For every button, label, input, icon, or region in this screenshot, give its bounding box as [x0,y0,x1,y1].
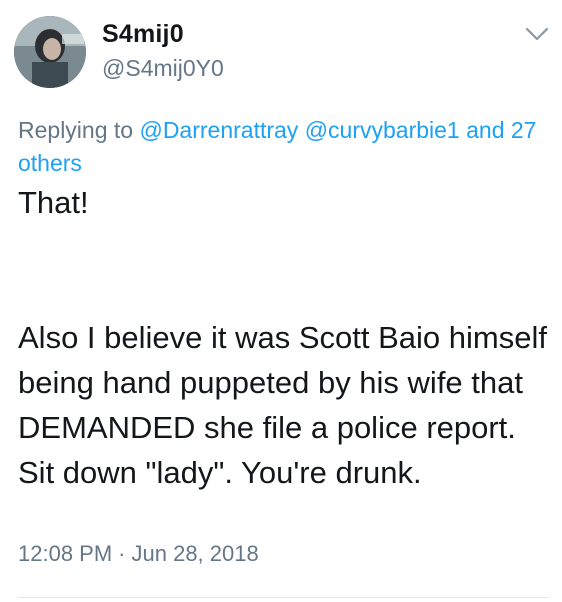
avatar[interactable] [14,16,86,88]
tweet-card: S4mij0 @S4mij0Y0 Replying to @Darrenratt… [0,0,562,602]
tweet-date: Jun 28, 2018 [131,541,259,566]
display-name[interactable]: S4mij0 [102,20,184,49]
tweet-text: That! Also I believe it was Scott Baio h… [18,180,558,495]
replying-to: Replying to @Darrenrattray @curvybarbie1… [18,114,548,180]
tweet-time: 12:08 PM [18,541,113,566]
replying-to-prefix: Replying to [18,117,134,143]
user-handle[interactable]: @S4mij0Y0 [102,55,224,82]
tweet-timestamp[interactable]: 12:08 PM · Jun 28, 2018 [18,541,259,567]
divider [18,597,548,598]
tweet-line: That! [18,185,89,220]
chevron-down-icon[interactable] [523,24,551,44]
mention-link[interactable]: @Darrenrattray [139,117,298,143]
mention-link[interactable]: @curvybarbie1 [305,117,460,143]
tweet-paragraph: Also I believe it was Scott Baio himself… [18,320,547,490]
meta-separator: · [118,541,126,566]
